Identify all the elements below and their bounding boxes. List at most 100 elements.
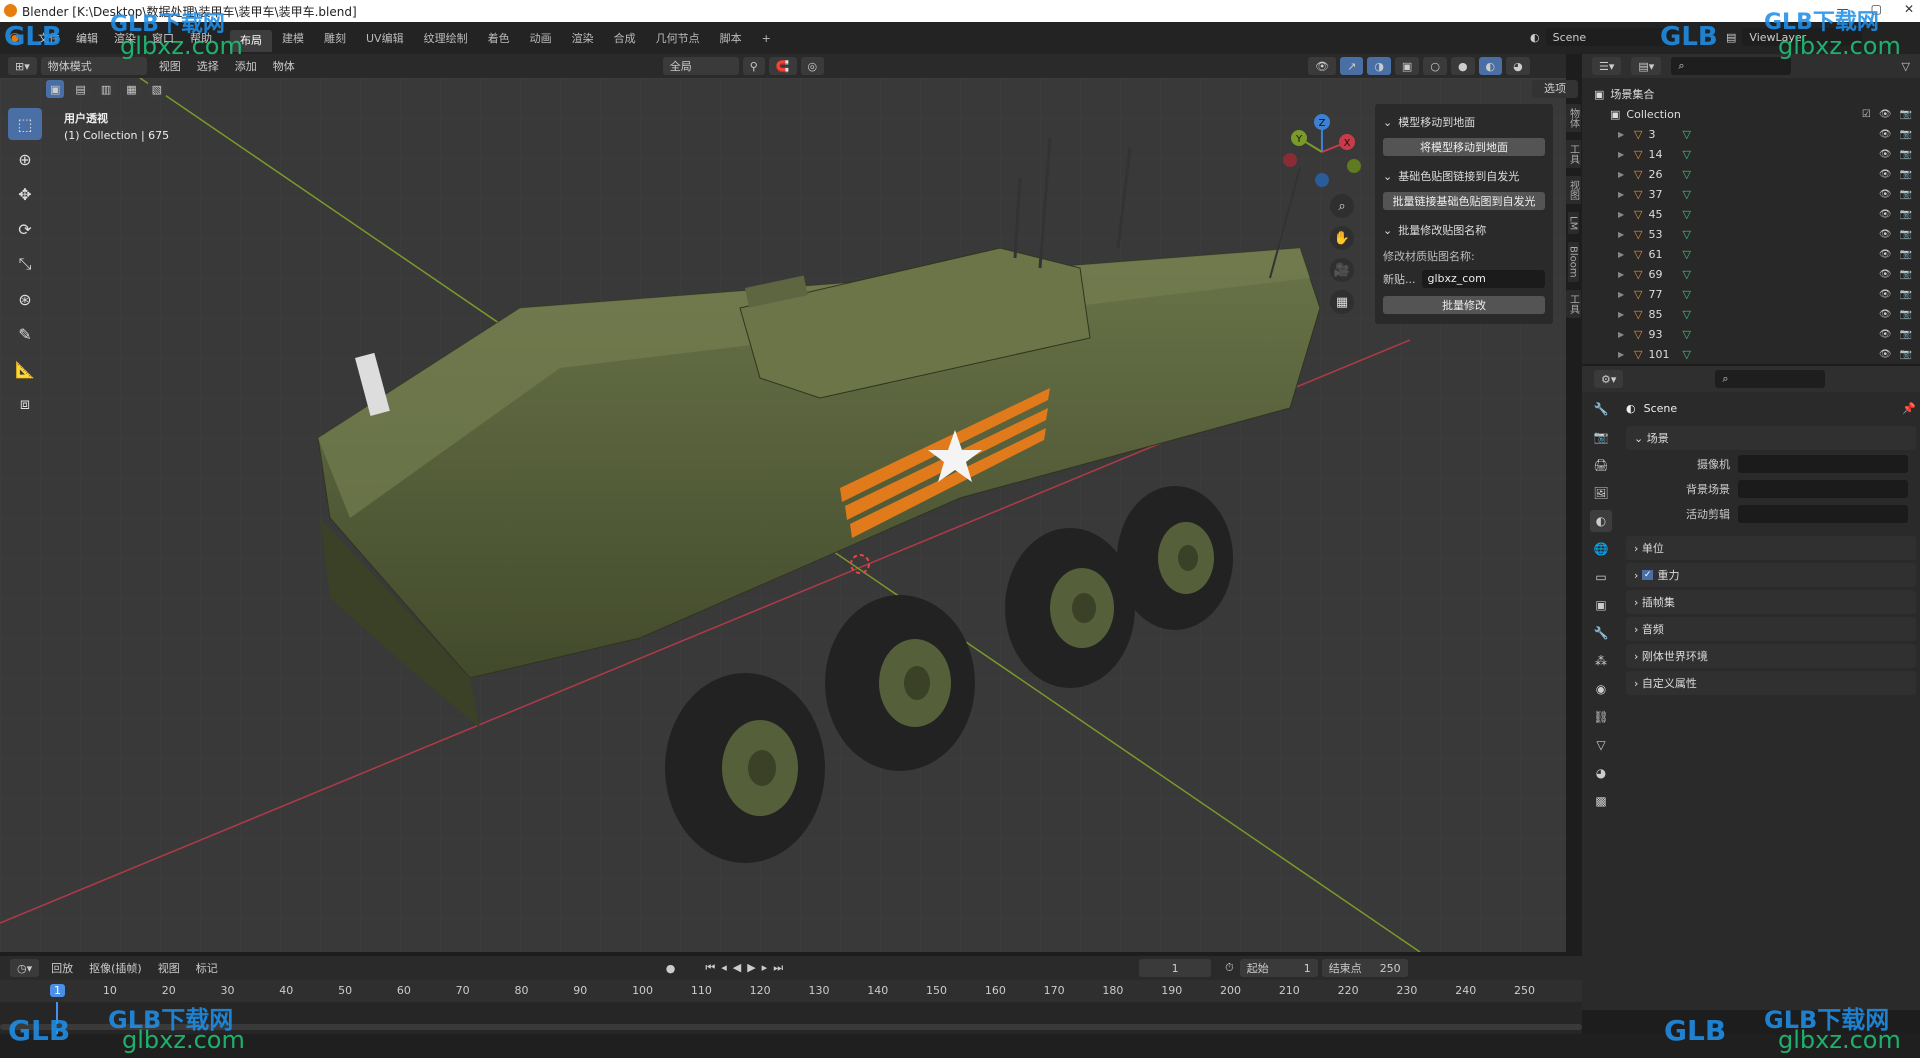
keying-sets-section[interactable]: › 插帧集 [1626, 590, 1916, 614]
tab-tool[interactable]: 工具 [1565, 140, 1581, 168]
expand-arrow-icon[interactable]: ▶ [1618, 250, 1628, 259]
overlay-toggle-icon[interactable]: ◑ [1367, 57, 1391, 75]
transform-tool-icon[interactable]: ⊛ [8, 283, 42, 315]
properties-search-input[interactable]: ⌕ [1715, 370, 1826, 388]
camera-icon[interactable]: 📷 [1900, 349, 1912, 360]
tab-shading[interactable]: 着色 [478, 30, 520, 46]
outliner-object-row[interactable]: ▶ ▽ 93 ▽ 👁 📷 [1582, 324, 1920, 344]
pivot-icon[interactable]: ⚲ [742, 57, 765, 75]
menu-playback[interactable]: 回放 [43, 960, 81, 976]
collection-tab-icon[interactable]: ▭ [1590, 566, 1612, 588]
menu-view[interactable]: 视图 [150, 960, 188, 976]
pin-icon[interactable]: 📌 [1902, 402, 1916, 415]
outliner-object-row[interactable]: ▶ ▽ 26 ▽ 👁 📷 [1582, 164, 1920, 184]
expand-arrow-icon[interactable]: ▶ [1618, 290, 1628, 299]
audio-section[interactable]: › 音频 [1626, 617, 1916, 641]
batch-rename-button[interactable]: 批量修改 [1383, 296, 1545, 314]
select-invert-icon[interactable]: ▦ [122, 80, 141, 98]
menu-marker[interactable]: 标记 [188, 960, 226, 976]
camera-icon[interactable]: 📷 [1900, 129, 1912, 140]
camera-icon[interactable]: 📷 [1900, 149, 1912, 160]
expand-arrow-icon[interactable]: ▶ [1618, 150, 1628, 159]
data-tab-icon[interactable]: ▽ [1590, 734, 1612, 756]
menu-select[interactable]: 选择 [189, 58, 227, 74]
outliner-object-row[interactable]: ▶ ▽ 85 ▽ 👁 📷 [1582, 304, 1920, 324]
camera-input[interactable] [1738, 455, 1908, 473]
tab-uv-editing[interactable]: UV编辑 [356, 30, 414, 46]
background-scene-input[interactable] [1738, 480, 1908, 498]
modifier-tab-icon[interactable]: 🔧 [1590, 622, 1612, 644]
render-tab-icon[interactable]: 📷 [1590, 426, 1612, 448]
object-tab-icon[interactable]: ▣ [1590, 594, 1612, 616]
tab-geometry-nodes[interactable]: 几何节点 [646, 30, 710, 46]
tab-compositing[interactable]: 合成 [604, 30, 646, 46]
expand-arrow-icon[interactable]: ▶ [1618, 170, 1628, 179]
camera-icon[interactable]: 📷 [1900, 169, 1912, 180]
menu-add[interactable]: 添加 [227, 58, 265, 74]
camera-icon[interactable]: 📷 [1900, 289, 1912, 300]
outliner-search-input[interactable]: ⌕ [1671, 57, 1792, 75]
particles-tab-icon[interactable]: ⁂ [1590, 650, 1612, 672]
current-frame-input[interactable]: 1 [1139, 959, 1212, 977]
panel-section-move-to-ground[interactable]: ⌄ 模型移动到地面 [1381, 108, 1547, 136]
custom-properties-section[interactable]: › 自定义属性 [1626, 671, 1916, 695]
eye-icon[interactable]: 👁 [1879, 109, 1892, 120]
camera-icon[interactable]: 📷 [1900, 229, 1912, 240]
eye-icon[interactable]: 👁 [1879, 349, 1892, 360]
menu-object[interactable]: 物体 [265, 58, 303, 74]
display-mode-icon[interactable]: ▤▾ [1631, 57, 1662, 75]
camera-view-icon[interactable]: 🎥 [1330, 258, 1354, 282]
gizmo-toggle-icon[interactable]: ↗ [1340, 57, 1364, 75]
editor-type-button[interactable]: ⊞▾ [8, 57, 37, 75]
eye-icon[interactable]: 👁 [1879, 249, 1892, 260]
expand-arrow-icon[interactable]: ▶ [1618, 130, 1628, 139]
eye-icon[interactable]: 👁 [1879, 289, 1892, 300]
proportional-edit-icon[interactable]: ◎ [800, 57, 825, 75]
scene-section-header[interactable]: ⌄ 场景 [1626, 426, 1916, 450]
camera-icon[interactable]: 📷 [1900, 249, 1912, 260]
eye-icon[interactable]: 👁 [1879, 309, 1892, 320]
add-cube-tool-icon[interactable]: ⧈ [8, 388, 42, 420]
tab-rendering[interactable]: 渲染 [562, 30, 604, 46]
outliner-object-row[interactable]: ▶ ▽ 101 ▽ 👁 📷 [1582, 344, 1920, 364]
cursor-tool-icon[interactable]: ⊕ [8, 143, 42, 175]
scale-tool-icon[interactable]: ⤡ [8, 248, 42, 280]
tab-scripting[interactable]: 脚本 [710, 30, 752, 46]
outliner-object-row[interactable]: ▶ ▽ 69 ▽ 👁 📷 [1582, 264, 1920, 284]
expand-arrow-icon[interactable]: ▶ [1618, 230, 1628, 239]
tool-tab-icon[interactable]: 🔧 [1590, 398, 1612, 420]
output-tab-icon[interactable]: 🖨 [1590, 454, 1612, 476]
expand-arrow-icon[interactable]: ▶ [1618, 270, 1628, 279]
eye-icon[interactable]: 👁 [1879, 149, 1892, 160]
close-icon[interactable]: ✕ [1904, 2, 1914, 16]
camera-icon[interactable]: 📷 [1900, 309, 1912, 320]
options-button[interactable]: 选项 [1532, 80, 1578, 98]
units-section[interactable]: › 单位 [1626, 536, 1916, 560]
tab-view[interactable]: 视图 [1565, 176, 1581, 204]
zoom-icon[interactable]: ⌕ [1330, 194, 1354, 218]
camera-icon[interactable]: 📷 [1900, 269, 1912, 280]
camera-icon[interactable]: 📷 [1900, 209, 1912, 220]
timeline-type-icon[interactable]: ◷▾ [10, 959, 40, 977]
panel-section-rename-textures[interactable]: ⌄ 批量修改贴图名称 [1381, 216, 1547, 244]
collection-row[interactable]: ▣ Collection ☑ 👁 📷 [1582, 104, 1920, 124]
snap-icon[interactable]: 🧲 [768, 57, 797, 75]
shading-solid-icon[interactable]: ● [1450, 57, 1475, 75]
gravity-section[interactable]: › ✓ 重力 [1626, 563, 1916, 587]
outliner-object-row[interactable]: ▶ ▽ 3 ▽ 👁 📷 [1582, 124, 1920, 144]
xray-icon[interactable]: ▣ [1394, 57, 1420, 75]
outliner-object-row[interactable]: ▶ ▽ 45 ▽ 👁 📷 [1582, 204, 1920, 224]
eye-icon[interactable]: 👁 [1879, 189, 1892, 200]
tab-bloom[interactable]: Bloom [1567, 242, 1579, 282]
tab-modeling[interactable]: 建模 [272, 30, 314, 46]
menu-view[interactable]: 视图 [151, 58, 189, 74]
new-name-input[interactable]: glbxz_com [1421, 270, 1545, 288]
scene-collection-row[interactable]: ▣ 场景集合 [1582, 84, 1920, 104]
start-frame-input[interactable]: 起始 1 [1239, 959, 1318, 977]
outliner-object-row[interactable]: ▶ ▽ 37 ▽ 👁 📷 [1582, 184, 1920, 204]
measure-tool-icon[interactable]: 📐 [8, 353, 42, 385]
tab-sculpt[interactable]: 雕刻 [314, 30, 356, 46]
ortho-grid-icon[interactable]: ▦ [1330, 290, 1354, 314]
tab-animation[interactable]: 动画 [520, 30, 562, 46]
select-box-tool-icon[interactable]: ⬚ [8, 108, 42, 140]
